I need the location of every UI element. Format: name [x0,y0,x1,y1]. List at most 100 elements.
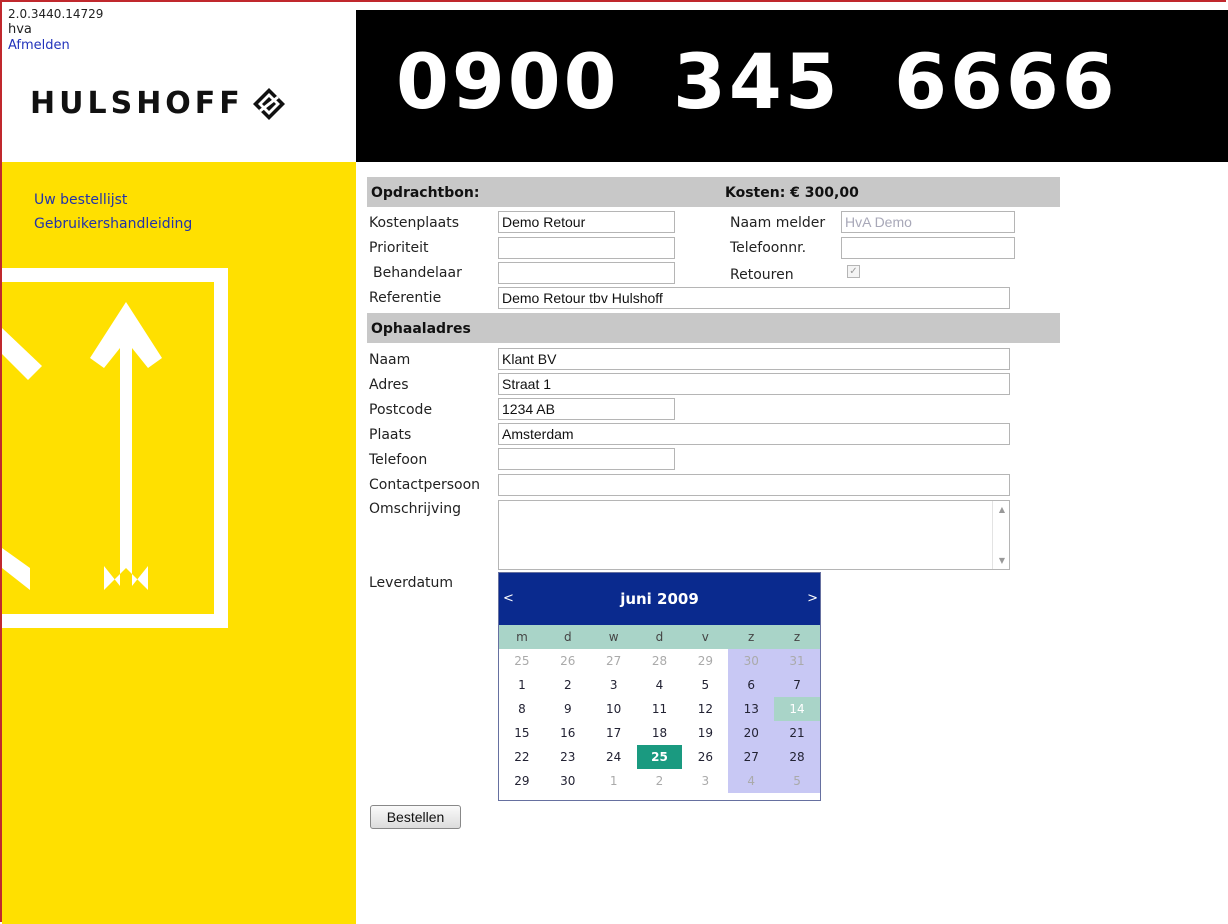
calendar-day[interactable]: 4 [728,769,775,793]
calendar-day[interactable]: 2 [637,769,683,793]
calendar-day[interactable]: 20 [728,721,775,745]
nav-bestellijst-link[interactable]: Uw bestellijst [34,192,127,208]
weekday-header: z [774,625,820,649]
version-label: 2.0.3440.14729 [8,7,104,21]
postcode-input[interactable]: 1234 AB [498,398,675,420]
calendar-day[interactable]: 24 [591,745,637,769]
calendar-day[interactable]: 26 [545,649,591,673]
calendar-day[interactable]: 26 [682,745,728,769]
calendar-day[interactable]: 21 [774,721,820,745]
calendar-day[interactable]: 8 [499,697,545,721]
weekday-header: m [499,625,545,649]
order-title: Opdrachtbon: [371,185,480,201]
omschrijving-textarea[interactable]: ▲ ▼ [498,500,1010,570]
omschrijving-label: Omschrijving [369,501,461,517]
weekday-header: d [544,625,591,649]
calendar-day-selected[interactable]: 25 [636,745,683,769]
calendar-day[interactable]: 29 [499,769,545,793]
sidebar: Uw bestellijst Gebruikershandleiding [2,162,356,924]
weekday-header: v [682,625,729,649]
calendar-day[interactable]: 27 [728,745,775,769]
calendar-day[interactable]: 12 [682,697,728,721]
order-cost: Kosten: € 300,00 [725,185,859,201]
calendar-day[interactable]: 30 [545,769,591,793]
calendar-day[interactable]: 4 [637,673,683,697]
nav-handleiding-link[interactable]: Gebruikershandleiding [34,216,192,232]
naam-melder-input[interactable]: HvA Demo [841,211,1015,233]
calendar-day[interactable]: 27 [591,649,637,673]
calendar-day[interactable]: 7 [774,673,820,697]
calendar-day[interactable]: 16 [545,721,591,745]
phone-number: 0900 345 6666 [396,37,1118,126]
calendar-day[interactable]: 6 [728,673,775,697]
calendar-day[interactable]: 22 [499,745,545,769]
prioriteit-input[interactable] [498,237,675,259]
contactpersoon-label: Contactpersoon [369,477,481,493]
naam-melder-label: Naam melder [730,215,826,231]
contactpersoon-input[interactable] [498,474,1010,496]
prioriteit-label: Prioriteit [369,240,429,256]
naam-label: Naam [369,352,411,368]
scroll-up-icon[interactable]: ▲ [999,505,1005,514]
calendar-weekday-row: mdwdvzz [499,625,820,649]
phone-banner: 0900 345 6666 [356,10,1228,162]
retouren-checkbox[interactable]: ✓ [847,265,860,278]
referentie-label: Referentie [369,290,442,306]
calendar-day[interactable]: 13 [728,697,775,721]
calendar-days-grid: 25 26 27 28 29 30 31 1 2 3 4 5 6 7 8 9 10 11 12 13 14 15 16 17 1… [499,649,820,793]
calendar-next-button[interactable]: > [807,591,818,606]
calendar-day[interactable]: 18 [637,721,683,745]
calendar-day[interactable]: 3 [682,769,728,793]
account-panel: 2.0.3440.14729 hva Afmelden HULSHOFF [2,2,356,162]
calendar-day[interactable]: 25 [499,649,545,673]
calendar-day[interactable]: 5 [682,673,728,697]
calendar-day[interactable]: 15 [499,721,545,745]
plaats-input[interactable]: Amsterdam [498,423,1010,445]
weekday-header: z [728,625,775,649]
adres-label: Adres [369,377,409,393]
calendar-day[interactable]: 9 [545,697,591,721]
calendar-day[interactable]: 2 [545,673,591,697]
kostenplaats-label: Kostenplaats [369,215,460,231]
logout-link[interactable]: Afmelden [8,38,70,53]
arrows-graphic [2,268,228,628]
calendar-day[interactable]: 3 [591,673,637,697]
calendar-day[interactable]: 19 [682,721,728,745]
scroll-down-icon[interactable]: ▼ [999,556,1005,565]
leverdatum-label: Leverdatum [369,575,454,591]
weekday-header: d [636,625,683,649]
calendar-day[interactable]: 14 [774,697,820,721]
calendar-day[interactable]: 28 [637,649,683,673]
calendar-day[interactable]: 23 [545,745,591,769]
referentie-input[interactable]: Demo Retour tbv Hulshoff [498,287,1010,309]
telefoonnr-label: Telefoonnr. [730,240,807,256]
naam-input[interactable]: Klant BV [498,348,1010,370]
calendar-day[interactable]: 5 [774,769,820,793]
hulshoff-logo: HULSHOFF [30,86,286,121]
pickup-title: Ophaaladres [371,321,471,337]
calendar-day[interactable]: 11 [637,697,683,721]
calendar-day[interactable]: 17 [591,721,637,745]
calendar-header: < juni 2009 > [499,573,820,625]
pickup-section-header: Ophaaladres [367,313,1060,343]
weekday-header: w [590,625,637,649]
telefoon-input[interactable] [498,448,675,470]
username-label: hva [8,22,32,37]
telefoonnr-input[interactable] [841,237,1015,259]
calendar-day[interactable]: 31 [774,649,820,673]
calendar-day[interactable]: 1 [591,769,637,793]
bestellen-button[interactable]: Bestellen [370,805,461,829]
calendar-month-title: juni 2009 [620,590,699,608]
kostenplaats-input[interactable]: Demo Retour [498,211,675,233]
retouren-label: Retouren [730,267,794,283]
calendar-day[interactable]: 10 [591,697,637,721]
calendar-day[interactable]: 28 [774,745,820,769]
behandelaar-input[interactable] [498,262,675,284]
textarea-scrollbar[interactable]: ▲ ▼ [992,501,1009,569]
order-section-header: Opdrachtbon: Kosten: € 300,00 [367,177,1060,207]
calendar-day[interactable]: 29 [682,649,728,673]
plaats-label: Plaats [369,427,412,443]
adres-input[interactable]: Straat 1 [498,373,1010,395]
calendar-day[interactable]: 1 [499,673,545,697]
calendar-day[interactable]: 30 [728,649,775,673]
